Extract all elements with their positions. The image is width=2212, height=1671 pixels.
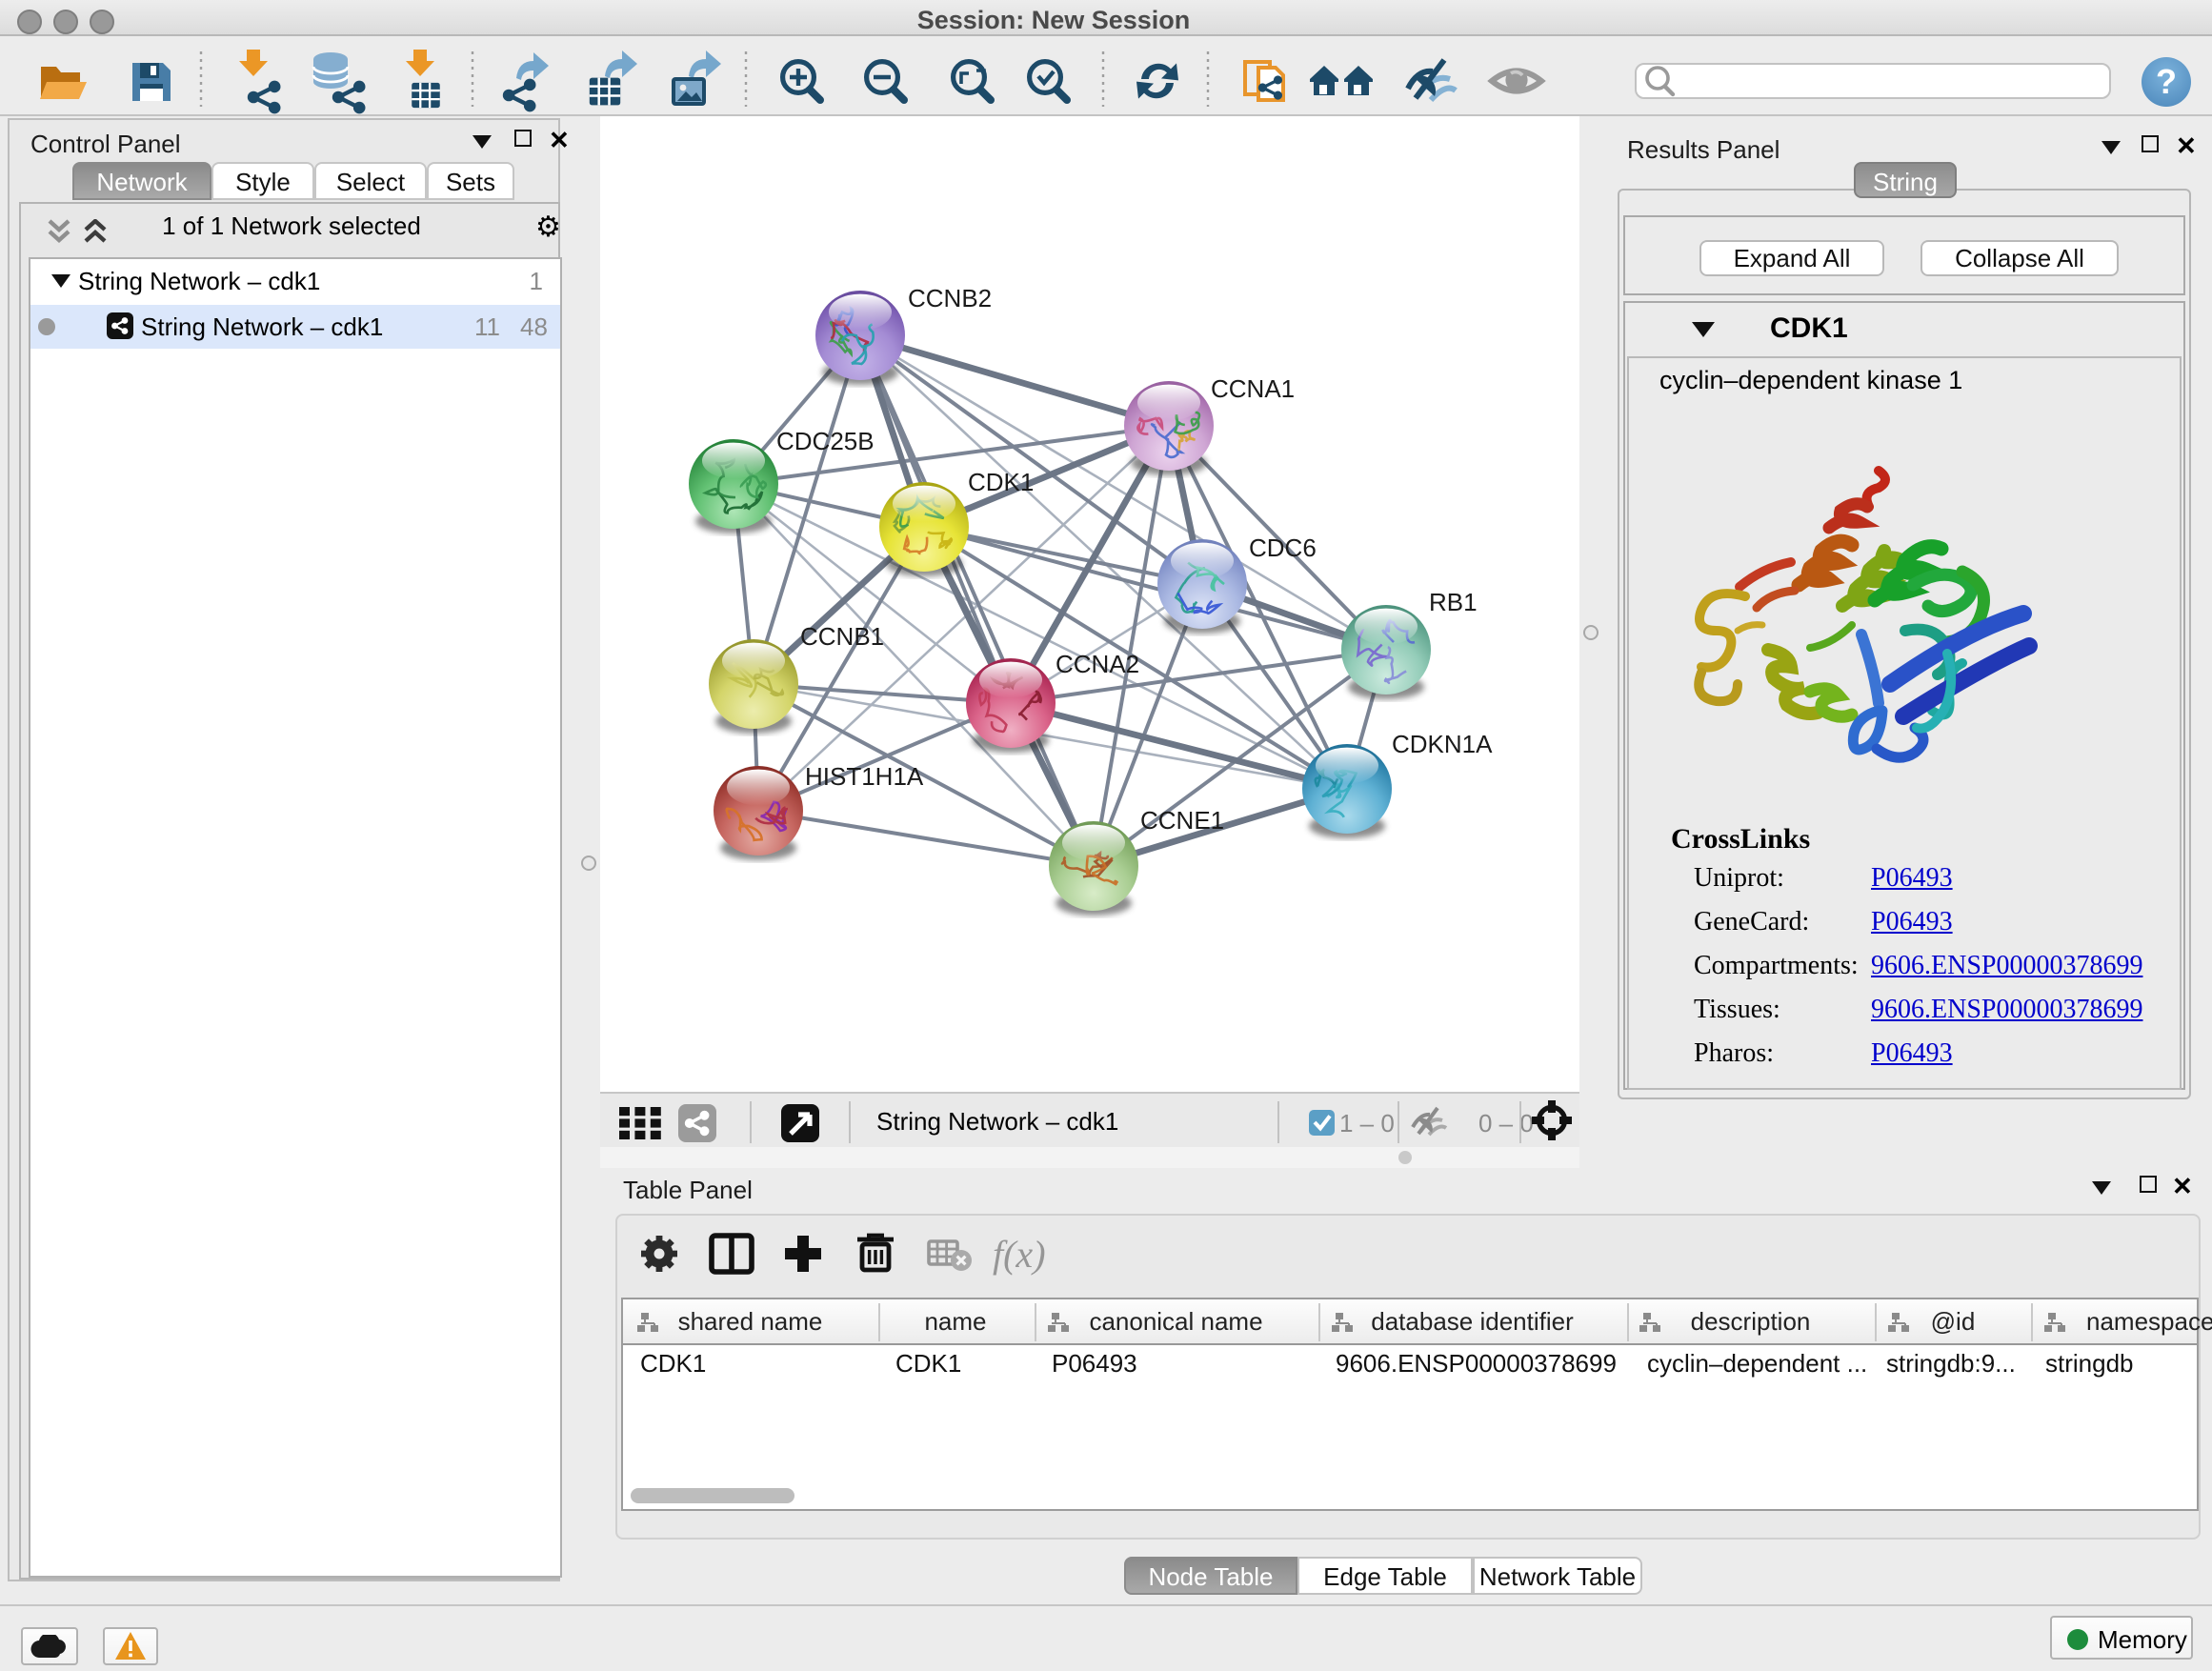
svg-text:CDK1: CDK1 — [968, 468, 1034, 496]
svg-text:RB1: RB1 — [1429, 588, 1478, 616]
svg-text:CCNA2: CCNA2 — [1056, 650, 1139, 678]
svg-text:1 – 0: 1 – 0 — [1339, 1109, 1395, 1137]
svg-text:CDKN1A: CDKN1A — [1392, 730, 1493, 758]
svg-text:0 – 0: 0 – 0 — [1478, 1109, 1534, 1137]
svg-text:CCNA1: CCNA1 — [1211, 374, 1295, 403]
svg-text:HIST1H1A: HIST1H1A — [805, 762, 924, 791]
svg-text:CDC25B: CDC25B — [776, 427, 875, 455]
svg-text:CCNB2: CCNB2 — [908, 284, 992, 312]
svg-text:CCNB1: CCNB1 — [800, 622, 884, 651]
svg-text:CCNE1: CCNE1 — [1140, 806, 1224, 835]
svg-text:f(x): f(x) — [993, 1233, 1046, 1276]
svg-text:CDC6: CDC6 — [1249, 534, 1317, 562]
